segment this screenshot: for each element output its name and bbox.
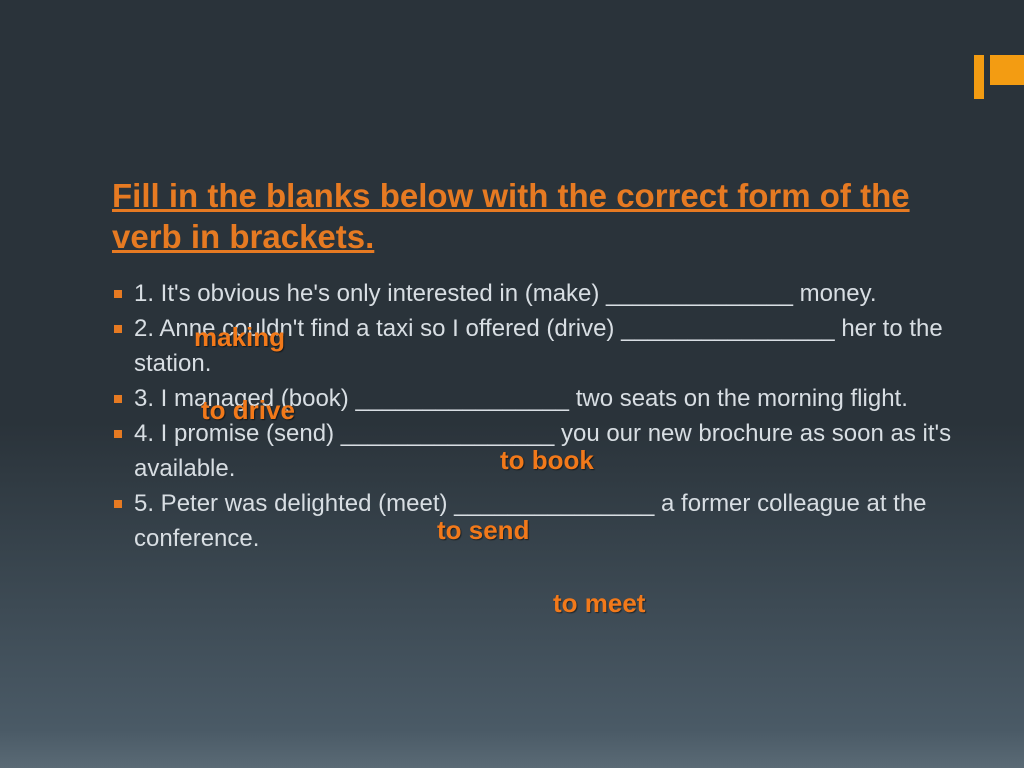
list-item: 1. It's obvious he's only interested in … <box>112 276 954 311</box>
item-text: 1. It's obvious he's only interested in … <box>134 280 877 307</box>
item-text: 5. Peter was delighted (meet) __________… <box>134 490 927 552</box>
slide-content: Fill in the blanks below with the correc… <box>112 175 954 556</box>
answer-overlay: making <box>194 322 285 353</box>
accent-bar-icon <box>974 55 984 99</box>
answer-overlay: to book <box>500 445 594 476</box>
answer-overlay: to meet <box>553 588 645 619</box>
answer-overlay: to send <box>437 515 529 546</box>
answer-overlay: to drive <box>201 395 295 426</box>
page-title: Fill in the blanks below with the correc… <box>112 175 954 258</box>
list-item: 5. Peter was delighted (meet) __________… <box>112 486 954 556</box>
corner-accent <box>974 55 1024 99</box>
accent-block-icon <box>990 55 1024 85</box>
